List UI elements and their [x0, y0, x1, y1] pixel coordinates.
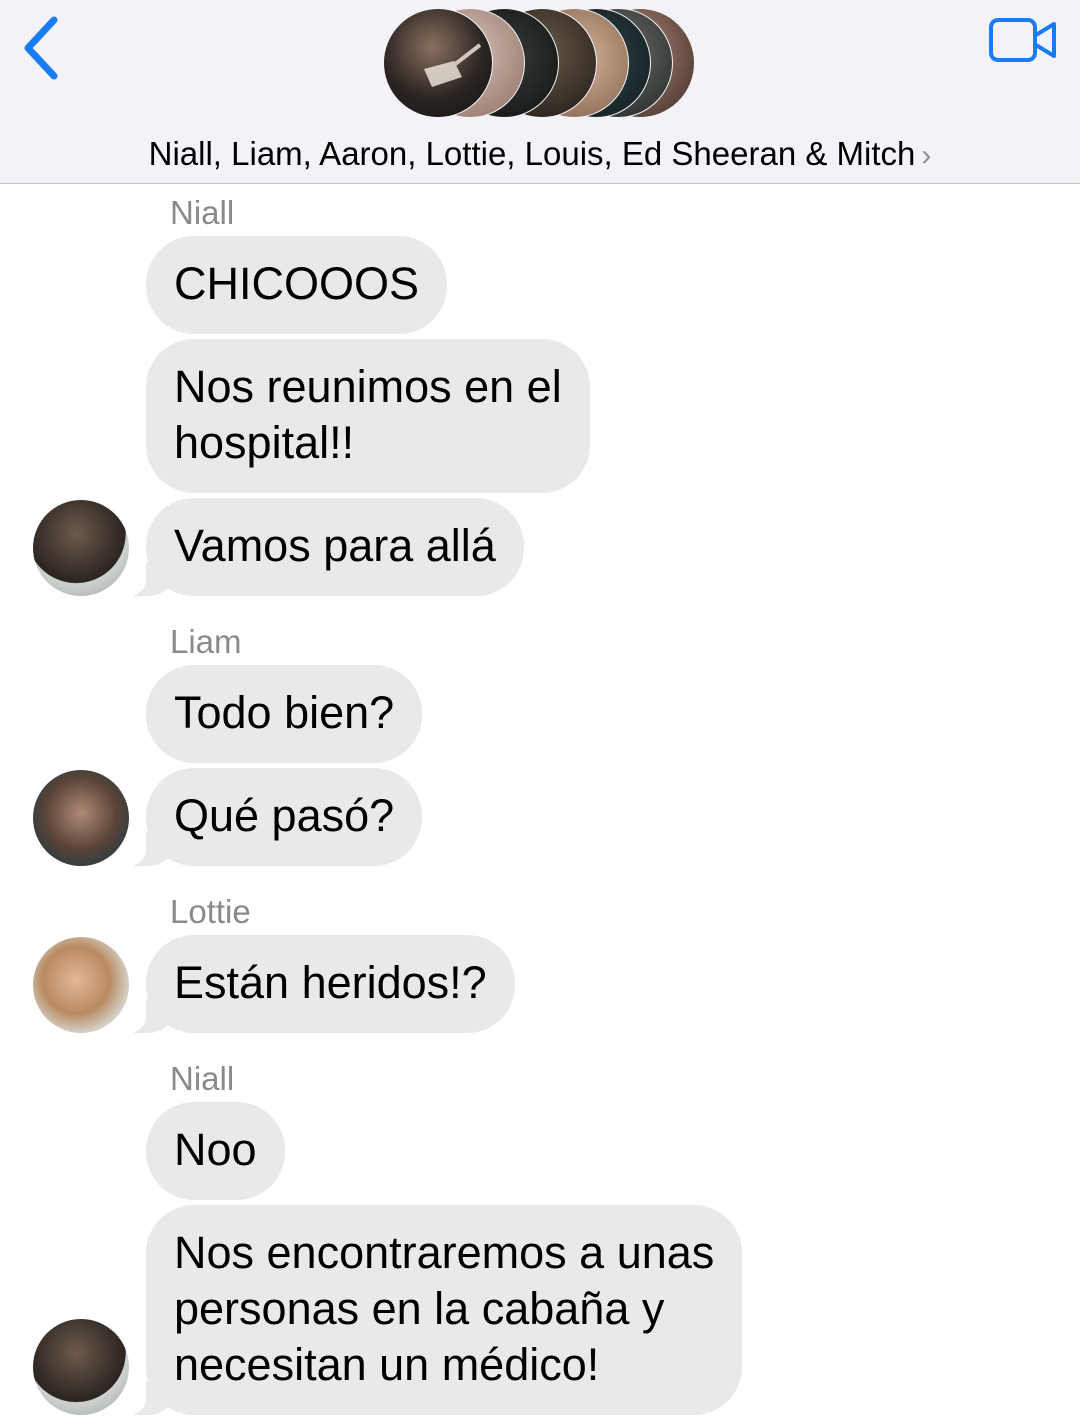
group-title: Niall, Liam, Aaron, Lottie, Louis, Ed Sh…: [148, 135, 916, 172]
chevron-right-icon: ›: [921, 139, 932, 172]
message-text: Nos reunimos en el hospital!!: [174, 361, 562, 468]
message-text: Vamos para allá: [174, 520, 496, 571]
avatar[interactable]: [33, 770, 129, 866]
message-bubble[interactable]: Vamos para allá: [122, 498, 524, 596]
message-text: Todo bien?: [174, 687, 395, 738]
sender-label: Niall: [170, 194, 235, 231]
message-bubble[interactable]: Qué pasó?: [121, 768, 423, 866]
group-avatar-stack[interactable]: [383, 8, 703, 120]
message-bubble[interactable]: Nos reunimos en el hospital!!: [146, 339, 590, 493]
sender-label: Niall: [170, 1060, 235, 1097]
message-bubble[interactable]: Todo bien?: [146, 665, 423, 763]
message-bubble[interactable]: Están heridos!?: [122, 935, 515, 1033]
message-text: Qué pasó?: [174, 790, 395, 841]
group-details-link[interactable]: Niall, Liam, Aaron, Lottie, Louis, Ed Sh…: [0, 134, 1080, 176]
message-bubble[interactable]: CHICOOOS: [146, 236, 448, 334]
avatar[interactable]: [33, 500, 129, 596]
message-text: CHICOOOS: [174, 258, 420, 309]
video-call-button[interactable]: [988, 16, 1060, 68]
back-button[interactable]: [18, 14, 68, 84]
video-camera-icon: [989, 18, 1056, 62]
message-text: Están heridos!?: [174, 957, 487, 1008]
sender-label: Lottie: [170, 893, 251, 930]
avatar[interactable]: [33, 1319, 129, 1415]
message-text: Noo: [174, 1124, 257, 1175]
sender-label: Liam: [170, 623, 242, 660]
message-text: Nos encontraremos a unas personas en la …: [174, 1227, 715, 1390]
conversation-header: Niall, Liam, Aaron, Lottie, Louis, Ed Sh…: [0, 0, 1080, 184]
chevron-left-icon: [24, 16, 58, 80]
message-bubble[interactable]: Noo: [146, 1102, 285, 1200]
guitar-icon: [424, 43, 482, 87]
avatar[interactable]: [33, 937, 129, 1033]
group-member-avatar: [383, 8, 493, 118]
message-bubble[interactable]: Nos encontraremos a unas personas en la …: [121, 1205, 743, 1415]
